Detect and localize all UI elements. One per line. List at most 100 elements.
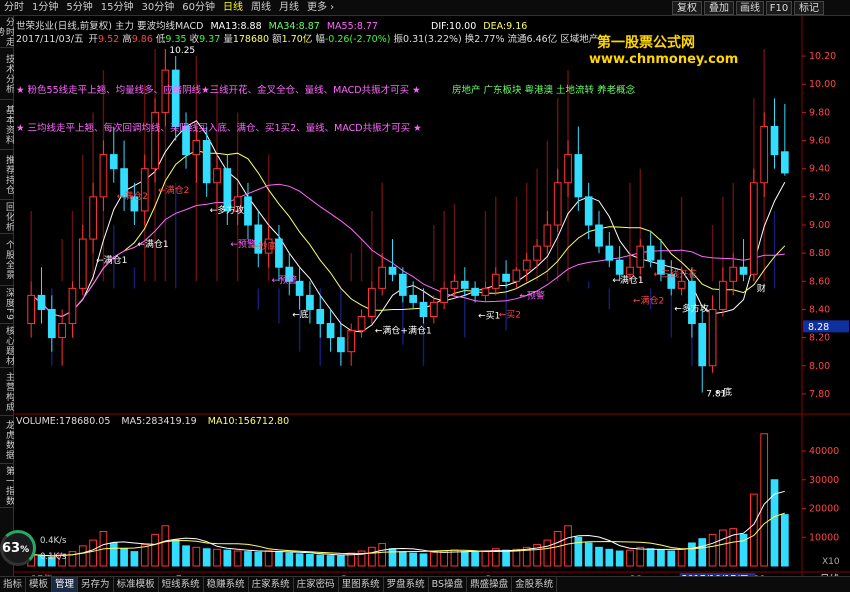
candle-body[interactable] [368, 287, 376, 318]
candle-body[interactable] [295, 280, 304, 296]
candle-body[interactable] [58, 323, 66, 339]
candle-body[interactable] [213, 168, 221, 184]
candle-body[interactable] [99, 154, 108, 198]
volume-bar[interactable] [368, 546, 376, 567]
side-tab-4[interactable]: 回化析 [0, 200, 14, 234]
period-tab-5[interactable]: 60分钟 [178, 0, 219, 16]
bottom-tab-8[interactable]: 庄家密码 [294, 577, 339, 592]
volume-bar[interactable] [584, 542, 593, 567]
bottom-tab-0[interactable]: 指标 [0, 577, 27, 592]
volume-bar[interactable] [688, 542, 696, 567]
candle-body[interactable] [739, 266, 748, 275]
candle-body[interactable] [626, 266, 634, 275]
candle-body[interactable] [729, 266, 738, 282]
candle-body[interactable] [109, 154, 118, 170]
candle-body[interactable] [677, 280, 686, 289]
volume-bar[interactable] [636, 546, 645, 567]
candle-body[interactable] [306, 294, 314, 310]
volume-bar[interactable] [285, 552, 294, 567]
bottom-tab-7[interactable]: 庄家系统 [249, 577, 294, 592]
volume-bar[interactable] [409, 552, 418, 567]
candle-body[interactable] [481, 287, 490, 296]
volume-bar[interactable] [130, 551, 139, 567]
volume-bar[interactable] [677, 548, 686, 567]
period-tab-2[interactable]: 5分钟 [62, 0, 96, 16]
volume-bar[interactable] [760, 433, 769, 567]
candle-body[interactable] [750, 182, 758, 275]
candle-body[interactable] [47, 308, 56, 339]
volume-bar[interactable] [626, 549, 634, 567]
candle-body[interactable] [388, 266, 397, 275]
period-tab-1[interactable]: 1分钟 [28, 0, 62, 16]
volume-bar[interactable] [698, 538, 707, 567]
volume-bar[interactable] [419, 553, 428, 567]
candle-body[interactable] [615, 259, 624, 275]
candle-body[interactable] [708, 308, 717, 367]
volume-bar[interactable] [708, 533, 717, 567]
bottom-tab-10[interactable]: 罗盘系统 [384, 577, 429, 592]
candle-body[interactable] [543, 224, 552, 247]
candle-body[interactable] [440, 287, 448, 303]
side-tab-0[interactable]: 分时走势 [0, 16, 14, 48]
period-tab-0[interactable]: 分时 [0, 0, 28, 16]
period-tab-3[interactable]: 15分钟 [97, 0, 138, 16]
candle-body[interactable] [460, 280, 469, 289]
candle-body[interactable] [698, 323, 707, 367]
side-tab-2[interactable]: 基本资料 [0, 100, 14, 150]
candle-body[interactable] [760, 125, 769, 184]
volume-bar[interactable] [615, 550, 624, 567]
bottom-tab-5[interactable]: 短线系统 [159, 577, 204, 592]
bottom-tab-13[interactable]: 金股系统 [512, 577, 558, 592]
period-tab-7[interactable]: 周线 [247, 0, 275, 16]
volume-bar[interactable] [574, 536, 583, 567]
period-tab-9[interactable]: 更多 › [303, 0, 338, 16]
bottom-tab-1[interactable]: 模板 [26, 577, 53, 592]
volume-bar[interactable] [512, 548, 521, 567]
candle-body[interactable] [584, 196, 593, 226]
volume-bar[interactable] [460, 551, 469, 567]
volume-bar[interactable] [378, 543, 387, 567]
volume-bar[interactable] [275, 551, 283, 567]
volume-bar[interactable] [471, 551, 479, 567]
candle-body[interactable] [192, 140, 201, 156]
volume-bar[interactable] [244, 551, 252, 567]
toolbar-button-4[interactable]: 标记 [794, 1, 824, 15]
candle-body[interactable] [450, 280, 459, 289]
volume-bar[interactable] [89, 539, 97, 567]
candle-body[interactable] [275, 238, 283, 268]
candle-body[interactable] [688, 280, 696, 325]
volume-bar[interactable] [202, 548, 211, 567]
side-tab-1[interactable]: 技术分析 [0, 48, 14, 100]
candle-body[interactable] [491, 273, 500, 289]
side-tab-7[interactable]: 核心题材 [0, 324, 14, 368]
side-tab-5[interactable]: 个股全景 [0, 234, 14, 286]
volume-bar[interactable] [326, 555, 335, 567]
volume-bar[interactable] [264, 550, 273, 567]
candle-body[interactable] [316, 308, 325, 325]
volume-bar[interactable] [750, 493, 758, 567]
candle-body[interactable] [171, 69, 180, 127]
volume-bar[interactable] [120, 548, 128, 567]
kline-chart[interactable]: 10.20 10.00 9.80 9.60 9.40 9.20 9.00 8.80 8.60 8.… [14, 16, 850, 576]
candle-body[interactable] [553, 182, 562, 226]
volume-bar[interactable] [306, 554, 314, 567]
volume-bar[interactable] [657, 549, 665, 567]
volume-bar[interactable] [171, 539, 180, 567]
side-tab-9[interactable]: 龙虎数据 [0, 416, 14, 464]
candle-body[interactable] [78, 238, 87, 289]
candle-body[interactable] [646, 245, 655, 261]
volume-bar[interactable] [646, 548, 655, 567]
bottom-tab-6[interactable]: 稳赚系统 [204, 577, 249, 592]
side-tab-8[interactable]: 主营构成 [0, 368, 14, 416]
candle-body[interactable] [429, 301, 438, 317]
volume-bar[interactable] [719, 529, 727, 567]
candle-body[interactable] [419, 301, 428, 317]
candle-body[interactable] [223, 168, 232, 212]
volume-bar[interactable] [182, 545, 190, 567]
side-tab-10[interactable]: 第一指数 [0, 464, 14, 508]
volume-bar[interactable] [429, 551, 438, 567]
candle-body[interactable] [409, 294, 418, 303]
period-tab-8[interactable]: 月线 [275, 0, 303, 16]
volume-bar[interactable] [151, 533, 159, 567]
bottom-tab-9[interactable]: 里图系统 [339, 577, 384, 592]
